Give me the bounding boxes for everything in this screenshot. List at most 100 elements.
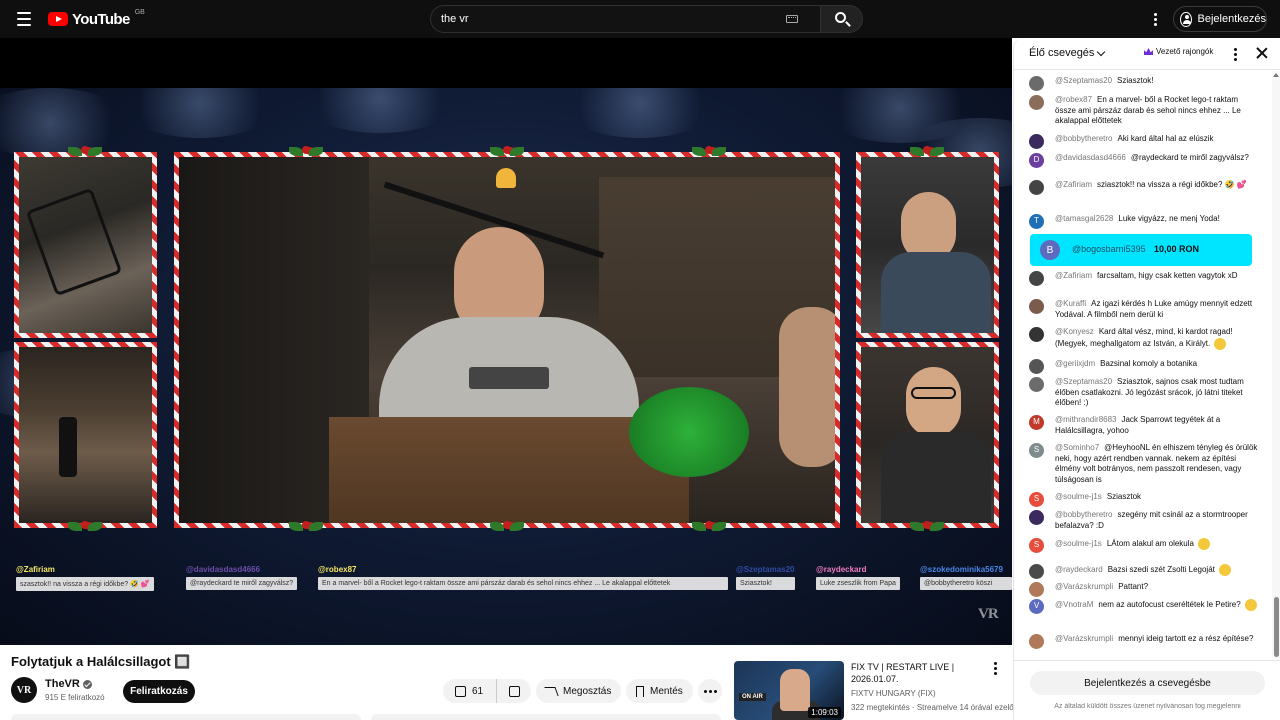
stream-frame <box>0 88 1012 645</box>
chat-author-avatar[interactable]: T <box>1029 214 1044 229</box>
chat-message[interactable]: @robex87 En a marvel- ből a Rocket lego-t… <box>1029 95 1261 127</box>
chat-author-name[interactable]: @davidasdasd4666 <box>1055 153 1126 162</box>
chat-message[interactable]: @Szeptamas20 Sziasztok! <box>1029 76 1261 91</box>
top-fans-button[interactable]: Vezető rajongók <box>1144 47 1213 56</box>
channel-avatar[interactable]: VR <box>11 677 37 703</box>
chat-author-avatar[interactable] <box>1029 377 1044 392</box>
dislike-button[interactable] <box>497 679 531 703</box>
chat-author-name[interactable]: @Zafiriam <box>1055 180 1092 189</box>
sign-in-button[interactable]: Bejelentkezés <box>1173 6 1267 32</box>
chat-author-avatar[interactable]: S <box>1029 538 1044 553</box>
channel-name-link[interactable]: TheVR <box>45 678 92 690</box>
scroll-up-icon[interactable] <box>1273 73 1279 77</box>
chat-author-avatar[interactable]: S <box>1029 443 1044 458</box>
chat-author-avatar[interactable]: M <box>1029 415 1044 430</box>
chat-scrollbar[interactable] <box>1272 71 1280 659</box>
subscribe-button[interactable]: Feliratkozás <box>123 680 195 703</box>
chat-author-avatar[interactable] <box>1029 95 1044 110</box>
chat-author-name[interactable]: @geriixjdm <box>1055 359 1095 368</box>
chat-author-avatar[interactable]: V <box>1029 599 1044 614</box>
close-icon[interactable] <box>1255 46 1269 60</box>
keyboard-icon[interactable] <box>786 15 798 23</box>
chat-author-avatar[interactable] <box>1029 359 1044 374</box>
comments-preview-box[interactable] <box>371 714 721 720</box>
search-button[interactable] <box>820 5 863 33</box>
chat-message-body: @robex87 En a marvel- ből a Rocket lego-t… <box>1055 95 1261 127</box>
chat-message[interactable]: D @davidasdasd4666 @raydeckard te miről za… <box>1029 153 1261 168</box>
more-actions-button[interactable] <box>698 679 722 703</box>
chat-author-name[interactable]: @Varázskrumpli <box>1055 582 1113 591</box>
chat-author-avatar[interactable] <box>1029 76 1044 91</box>
chat-message-text: Sziasztok <box>1106 492 1142 501</box>
chat-author-avatar[interactable]: D <box>1029 153 1044 168</box>
chat-message-list[interactable]: B @bogosbarni5395 10,00 RON @Szeptamas20… <box>1014 71 1272 659</box>
chat-author-avatar[interactable]: S <box>1029 492 1044 507</box>
chat-author-name[interactable]: @soulme-j1s <box>1055 492 1102 501</box>
camera-panel-main <box>174 152 840 528</box>
chat-author-avatar[interactable] <box>1029 510 1044 525</box>
chat-author-avatar[interactable] <box>1029 271 1044 286</box>
chat-message[interactable]: @Kuraffi Az igazi kérdés h Luke amúgy men… <box>1029 299 1261 320</box>
chat-author-name[interactable]: @bobbytheretro <box>1055 510 1113 519</box>
super-chat-message[interactable]: B @bogosbarni5395 10,00 RON <box>1030 234 1252 266</box>
chat-author-avatar[interactable] <box>1029 134 1044 149</box>
chat-author-name[interactable]: @Varázskrumpli <box>1055 634 1113 643</box>
description-box[interactable] <box>11 714 361 720</box>
chat-message[interactable]: @Zafiriam farcsaltam, higy csak ketten va… <box>1029 271 1261 286</box>
scrollbar-thumb[interactable] <box>1274 597 1279 657</box>
recommended-video-thumbnail[interactable]: ON AIR 1:09:03 <box>734 661 844 720</box>
chat-author-name[interactable]: @tamasgal2628 <box>1055 214 1113 223</box>
chat-message[interactable]: M @mithrandir8683 Jack Sparrowt tegyétek á… <box>1029 415 1261 436</box>
chat-author-name[interactable]: @mithrandir8683 <box>1055 415 1116 424</box>
chat-author-name[interactable]: @raydeckard <box>1055 565 1103 574</box>
overlay-chat-message: En a marvel- ből a Rocket lego-t raktam … <box>318 577 728 590</box>
chat-message[interactable]: @Varázskrumpli Pattant? <box>1029 582 1261 597</box>
chat-author-name[interactable]: @bobbytheretro <box>1055 134 1113 143</box>
chat-message[interactable]: S @Sominho7 @HeyhooNL én elhiszem tényleg … <box>1029 443 1261 485</box>
menu-icon[interactable] <box>10 6 38 32</box>
chat-message[interactable]: @Varázskrumpli mennyi ideig tartott ez a … <box>1029 634 1261 649</box>
chat-author-name[interactable]: @Szeptamas20 <box>1055 76 1112 85</box>
chat-author-name[interactable]: @VnotraM <box>1055 600 1093 609</box>
chat-author-avatar[interactable] <box>1029 299 1044 314</box>
youtube-logo[interactable]: YouTube GB <box>48 9 145 28</box>
chat-author-avatar[interactable] <box>1029 582 1044 597</box>
chat-author-avatar[interactable] <box>1029 564 1044 579</box>
chat-message[interactable]: S @soulme-j1s LÁtom alakul am olekula <box>1029 538 1261 553</box>
recommended-video-title[interactable]: FIX TV | RESTART LIVE | 2026.01.07. <box>851 661 981 685</box>
chat-author-avatar[interactable] <box>1029 180 1044 195</box>
chat-message[interactable]: S @soulme-j1s Sziasztok <box>1029 492 1261 507</box>
chat-author-name[interactable]: @Szeptamas20 <box>1055 377 1112 386</box>
chat-message-body: @tamasgal2628 Luke vigyázz, ne menj Yoda! <box>1055 214 1261 225</box>
channel-watermark[interactable]: VR <box>978 606 999 623</box>
recommended-video-channel[interactable]: FIXTV HUNGARY (FIX) <box>851 689 936 698</box>
chat-message[interactable]: V @VnotraM nem az autofocust cseréltétek l… <box>1029 599 1261 614</box>
chat-message[interactable]: @bobbytheretro Aki kard által hal az elús… <box>1029 134 1261 149</box>
chat-author-name[interactable]: @Sominho7 <box>1055 443 1099 452</box>
chat-author-name[interactable]: @Zafiriam <box>1055 271 1092 280</box>
chat-message[interactable]: T @tamasgal2628 Luke vigyázz, ne menj Yoda… <box>1029 214 1261 229</box>
chat-author-name[interactable]: @Kuraffi <box>1055 299 1086 308</box>
chat-message[interactable]: @Konyesz Kard által vész, mind, ki kardot… <box>1029 327 1261 350</box>
chat-message[interactable]: @Zafiriam sziasztok!! na vissza a régi id… <box>1029 180 1261 195</box>
chat-author-avatar[interactable] <box>1029 634 1044 649</box>
recommended-video-menu-icon[interactable] <box>989 661 1001 675</box>
chat-message[interactable]: @bobbytheretro szegény mit csinál az a st… <box>1029 510 1261 531</box>
settings-menu-icon[interactable] <box>1148 10 1162 28</box>
chat-message[interactable]: @raydeckard Bazsi szedi szét Zsolti Legoj… <box>1029 564 1261 579</box>
save-button[interactable]: Mentés <box>626 679 693 703</box>
chat-message[interactable]: @Szeptamas20 Sziasztok, sajnos csak most … <box>1029 377 1261 409</box>
chat-author-name[interactable]: @robex87 <box>1055 95 1092 104</box>
chat-message[interactable]: @geriixjdm Bazsinal komoly a botanika <box>1029 359 1261 374</box>
chat-author-name[interactable]: @soulme-j1s <box>1055 539 1102 548</box>
share-button[interactable]: Megosztás <box>536 679 621 703</box>
chat-menu-icon[interactable] <box>1230 47 1240 61</box>
search-input[interactable] <box>431 6 771 32</box>
video-player[interactable]: @Zafiriam szasztok!! na vissza a régi id… <box>0 38 1012 645</box>
chat-message-text: @raydeckard te miről zagyválsz? <box>1130 153 1249 162</box>
chat-login-button[interactable]: Bejelentkezés a csevegésbe <box>1030 671 1265 695</box>
chat-mode-dropdown[interactable]: Élő csevegés <box>1029 47 1106 59</box>
chat-author-avatar[interactable] <box>1029 327 1044 342</box>
chat-author-name[interactable]: @Konyesz <box>1055 327 1094 336</box>
like-button[interactable]: 61 <box>443 679 497 703</box>
